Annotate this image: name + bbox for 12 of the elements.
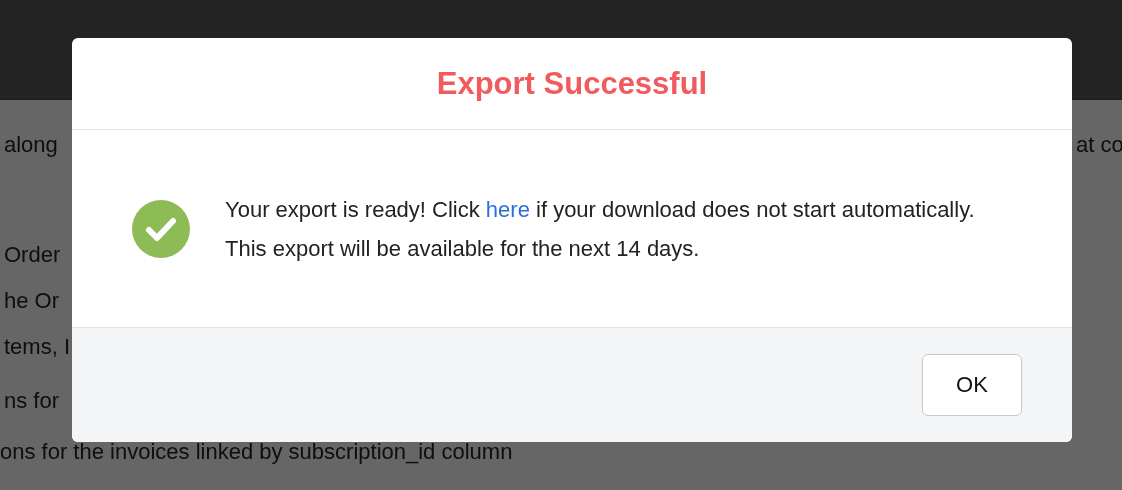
dialog-title: Export Successful [436, 65, 708, 102]
page-text: ons for the invoices linked by subscription_id column [0, 438, 513, 466]
page-text: along [4, 131, 58, 159]
ok-button[interactable]: OK [922, 354, 1022, 416]
page-text: tems, I [4, 333, 70, 361]
page-text: Order [4, 241, 61, 269]
page-text: he Or [4, 287, 60, 315]
download-link[interactable]: here [485, 196, 530, 222]
export-message: Your export is ready! Click here if your download does not start automatically. This export will be available for the next 14 days. [225, 195, 976, 263]
page-text: at co [1076, 131, 1122, 159]
page-text: ns for [4, 387, 60, 415]
check-circle-icon [132, 199, 190, 258]
